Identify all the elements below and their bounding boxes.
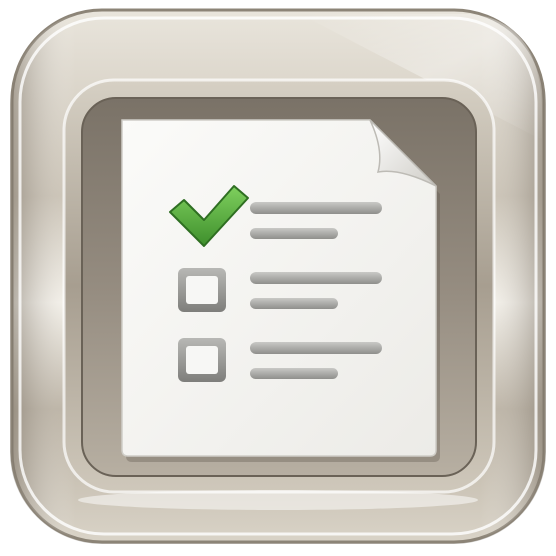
text-line-short xyxy=(250,298,338,309)
paper-sheet xyxy=(121,119,440,462)
text-line-short xyxy=(250,228,338,239)
checklist-app-icon[interactable] xyxy=(0,0,556,556)
reflection-glow xyxy=(78,490,478,510)
icon-stage xyxy=(0,0,556,556)
text-line-long xyxy=(250,202,382,214)
text-line-short xyxy=(250,368,338,379)
text-line-long xyxy=(250,342,382,354)
text-line-long xyxy=(250,272,382,284)
